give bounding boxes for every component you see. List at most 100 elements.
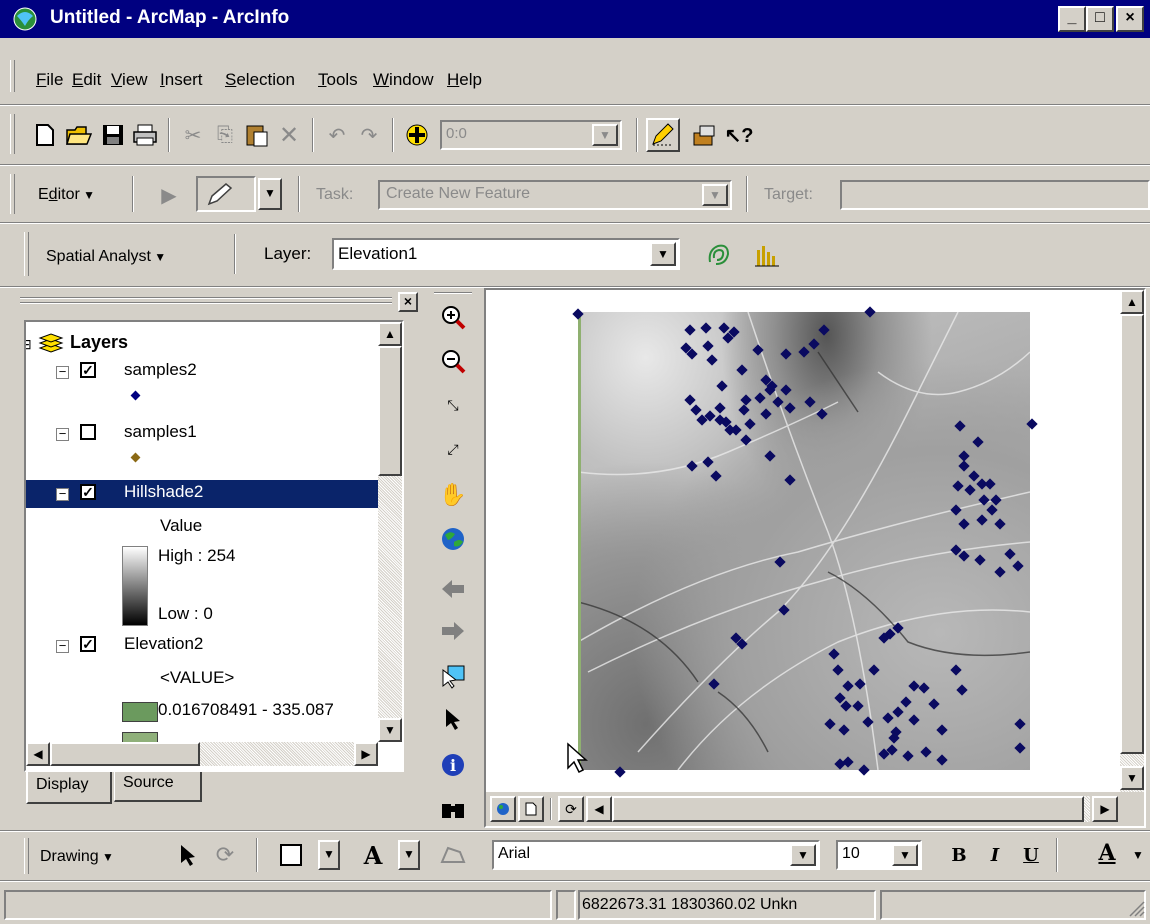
select-elements-arrow-icon[interactable]: [172, 840, 202, 870]
undo-icon[interactable]: ↶: [322, 120, 352, 150]
scroll-left-icon[interactable]: ◀: [26, 742, 50, 766]
refresh-view-icon[interactable]: ⟳: [558, 796, 584, 822]
layer-name-elevation2[interactable]: Elevation2: [124, 634, 203, 654]
scroll-up-icon[interactable]: ▲: [1120, 290, 1144, 314]
tab-source[interactable]: Source: [114, 772, 202, 802]
editor-toolbar-toggle-icon[interactable]: [646, 118, 680, 152]
data-view-globe-icon[interactable]: [490, 796, 516, 822]
scroll-thumb[interactable]: [50, 742, 200, 766]
back-arrow-icon[interactable]: [438, 574, 468, 604]
text-tool-icon[interactable]: A: [358, 840, 388, 870]
sketch-tool-dropdown[interactable]: ▼: [258, 178, 282, 210]
menu-insert[interactable]: Insert: [160, 70, 203, 90]
close-button[interactable]: ×: [1116, 6, 1144, 32]
collapse-toggle[interactable]: −: [56, 639, 69, 653]
scroll-down-icon[interactable]: ▼: [1120, 766, 1144, 790]
full-extent-globe-icon[interactable]: [438, 524, 468, 554]
pan-hand-icon[interactable]: ✋: [438, 480, 468, 510]
scroll-thumb[interactable]: [612, 796, 1084, 822]
menu-help[interactable]: Help: [447, 70, 482, 90]
font-size-combo[interactable]: 10 ▼: [836, 840, 922, 870]
scroll-down-icon[interactable]: ▼: [378, 718, 402, 742]
layer-name-samples2[interactable]: samples2: [124, 360, 197, 380]
scroll-up-icon[interactable]: ▲: [378, 322, 402, 346]
chevron-down-icon[interactable]: ▼: [650, 242, 676, 266]
scroll-right-icon[interactable]: ▶: [354, 742, 378, 766]
fixed-zoom-out-icon[interactable]: ⤢: [438, 434, 468, 464]
map-display[interactable]: ▲ ▼ ⟳ ◀ ▶: [484, 288, 1146, 828]
contour-tool-icon[interactable]: [704, 240, 734, 270]
toc-gripper[interactable]: [20, 294, 392, 308]
new-document-icon[interactable]: [30, 120, 60, 150]
scroll-left-icon[interactable]: ◀: [586, 796, 612, 822]
minimize-button[interactable]: _: [1058, 6, 1086, 32]
underline-button[interactable]: U: [1016, 840, 1046, 870]
edit-vertices-icon[interactable]: [438, 840, 468, 870]
chevron-down-icon[interactable]: ▼: [892, 844, 918, 866]
layer-visibility-checkbox[interactable]: ✓: [80, 636, 96, 652]
rotate-icon[interactable]: ⟳: [210, 840, 240, 870]
find-binoculars-icon[interactable]: [438, 794, 468, 824]
chevron-down-icon[interactable]: ▼: [592, 124, 618, 146]
task-combo[interactable]: Create New Feature ▼: [378, 180, 732, 210]
toc-horizontal-scrollbar[interactable]: ◀ ▶: [26, 742, 378, 766]
whats-this-help-icon[interactable]: ↖?: [724, 120, 754, 150]
edit-tool-arrow-icon[interactable]: ▶: [154, 180, 184, 210]
histogram-tool-icon[interactable]: [752, 240, 782, 270]
toc-vertical-scrollbar[interactable]: ▲ ▼: [378, 322, 402, 742]
fixed-zoom-in-icon[interactable]: ⤡: [438, 390, 468, 420]
bold-button[interactable]: B: [944, 840, 974, 870]
add-data-icon[interactable]: [402, 120, 432, 150]
drawing-menu-button[interactable]: Drawing ▼: [40, 848, 114, 866]
layer-name-samples1[interactable]: samples1: [124, 422, 197, 442]
rectangle-tool-dropdown[interactable]: ▼: [318, 840, 340, 870]
layout-view-page-icon[interactable]: [518, 796, 544, 822]
rectangle-tool-icon[interactable]: [276, 840, 306, 870]
layer-combo[interactable]: Elevation1 ▼: [332, 238, 680, 270]
menu-file[interactable]: File: [36, 70, 63, 90]
font-color-dropdown[interactable]: ▼: [1132, 848, 1144, 862]
map-horizontal-scrollbar[interactable]: [612, 796, 1090, 822]
scroll-thumb[interactable]: [1120, 314, 1144, 754]
collapse-toggle[interactable]: −: [56, 427, 69, 441]
select-features-icon[interactable]: [438, 662, 468, 692]
map-scale-combo[interactable]: 0:0 ▼: [440, 120, 622, 150]
layer-visibility-checkbox[interactable]: [80, 424, 96, 440]
font-combo[interactable]: Arial ▼: [492, 840, 820, 870]
chevron-down-icon[interactable]: ▼: [790, 844, 816, 866]
print-icon[interactable]: [130, 120, 160, 150]
cut-icon[interactable]: ✂: [178, 120, 208, 150]
resize-grip-icon[interactable]: [1126, 898, 1146, 923]
layer-visibility-checkbox[interactable]: ✓: [80, 362, 96, 378]
chevron-down-icon[interactable]: ▼: [702, 184, 728, 206]
layer-visibility-checkbox[interactable]: ✓: [80, 484, 96, 500]
close-icon[interactable]: ×: [398, 292, 418, 312]
menu-view[interactable]: View: [111, 70, 148, 90]
map-vertical-scrollbar[interactable]: ▲ ▼: [1120, 290, 1144, 792]
menu-tools[interactable]: Tools: [318, 70, 358, 90]
paste-icon[interactable]: [242, 120, 272, 150]
maximize-button[interactable]: □: [1086, 6, 1114, 32]
delete-icon[interactable]: ✕: [274, 120, 304, 150]
layers-root-label[interactable]: Layers: [70, 332, 128, 353]
save-icon[interactable]: [98, 120, 128, 150]
tab-display[interactable]: Display: [26, 772, 112, 804]
menu-selection[interactable]: Selection: [225, 70, 295, 90]
identify-info-icon[interactable]: i: [438, 750, 468, 780]
select-elements-arrow-icon[interactable]: [438, 704, 468, 734]
font-color-icon[interactable]: A: [1092, 838, 1122, 868]
collapse-toggle[interactable]: −: [56, 487, 69, 501]
zoom-in-icon[interactable]: [438, 302, 468, 332]
layer-name-hillshade2[interactable]: Hillshade2: [124, 482, 203, 502]
menu-edit[interactable]: Edit: [72, 70, 101, 90]
copy-icon[interactable]: ⎘: [210, 120, 240, 150]
text-tool-dropdown[interactable]: ▼: [398, 840, 420, 870]
collapse-toggle[interactable]: −: [56, 365, 69, 379]
open-folder-icon[interactable]: [64, 120, 94, 150]
spatial-analyst-menu-button[interactable]: Spatial Analyst ▼: [46, 248, 166, 266]
forward-arrow-icon[interactable]: [438, 616, 468, 646]
scroll-thumb[interactable]: [378, 346, 402, 476]
italic-button[interactable]: I: [980, 840, 1010, 870]
target-combo[interactable]: [840, 180, 1150, 210]
editor-menu-button[interactable]: Editor ▼: [38, 186, 95, 204]
